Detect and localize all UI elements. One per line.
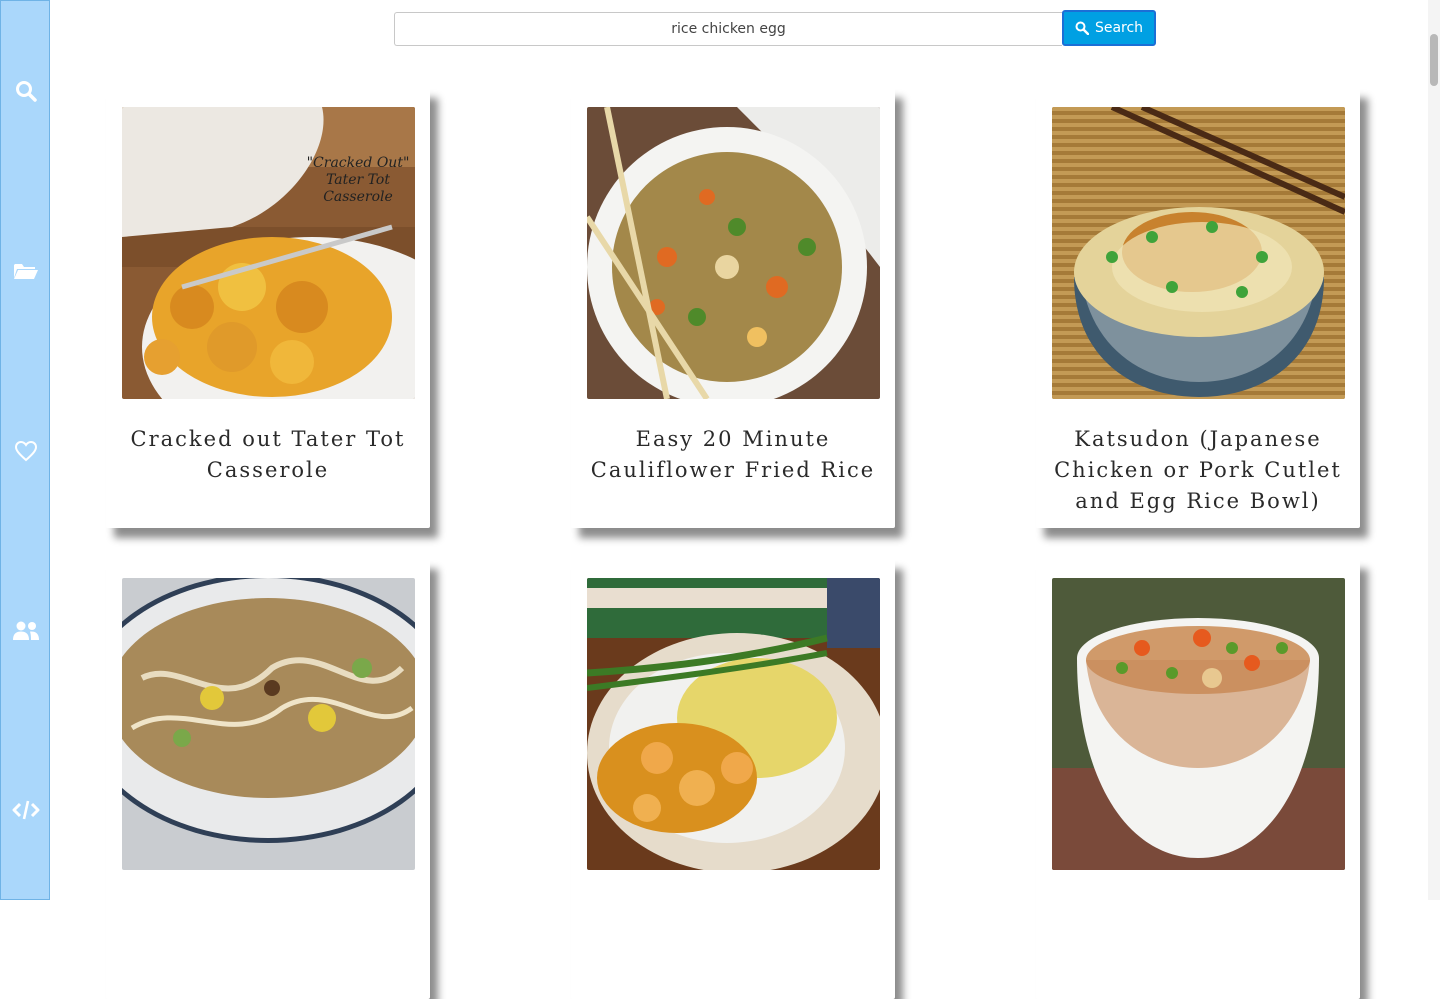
search-icon xyxy=(16,81,37,102)
recipe-card[interactable]: Katsudon (Japanese Chicken or Pork Cutle… xyxy=(1036,88,1360,528)
folder-open-icon xyxy=(14,264,38,279)
recipe-image[interactable] xyxy=(1052,578,1345,870)
sidebar-item-favorites[interactable] xyxy=(1,431,51,471)
search-button[interactable]: Search xyxy=(1062,10,1156,46)
sidebar xyxy=(0,0,50,900)
page-scrollbar[interactable] xyxy=(1428,0,1440,900)
recipe-title[interactable]: Cracked out Tater Tot Casserole xyxy=(106,424,430,486)
heart-icon xyxy=(14,440,38,462)
recipe-image[interactable]: "Cracked Out" Tater Tot Casserole xyxy=(122,107,415,399)
users-icon xyxy=(13,621,39,640)
code-icon xyxy=(12,800,40,820)
recipe-card[interactable] xyxy=(1036,559,1360,999)
scrollbar-thumb[interactable] xyxy=(1430,34,1438,86)
recipe-image[interactable] xyxy=(587,578,880,870)
sidebar-item-folder[interactable] xyxy=(1,251,51,291)
recipe-card[interactable]: Easy 20 Minute Cauliflower Fried Rice xyxy=(571,88,895,528)
recipe-image[interactable] xyxy=(587,107,880,399)
recipe-card[interactable] xyxy=(571,559,895,999)
search-bar: Search xyxy=(394,10,1158,46)
recipe-card[interactable]: "Cracked Out" Tater Tot Casserole Cracke… xyxy=(106,88,430,528)
sidebar-item-users[interactable] xyxy=(1,611,51,651)
recipe-image[interactable] xyxy=(1052,107,1345,399)
search-button-label: Search xyxy=(1094,20,1144,36)
sidebar-item-search[interactable] xyxy=(1,71,51,111)
sidebar-item-code[interactable] xyxy=(1,790,51,830)
image-caption-overlay: "Cracked Out" Tater Tot Casserole xyxy=(306,155,410,205)
recipe-image[interactable] xyxy=(122,578,415,870)
search-icon xyxy=(1075,21,1089,35)
recipe-card[interactable] xyxy=(106,559,430,999)
recipe-title[interactable]: Easy 20 Minute Cauliflower Fried Rice xyxy=(571,424,895,486)
recipe-title[interactable]: Katsudon (Japanese Chicken or Pork Cutle… xyxy=(1036,424,1360,517)
search-input[interactable] xyxy=(394,12,1062,46)
